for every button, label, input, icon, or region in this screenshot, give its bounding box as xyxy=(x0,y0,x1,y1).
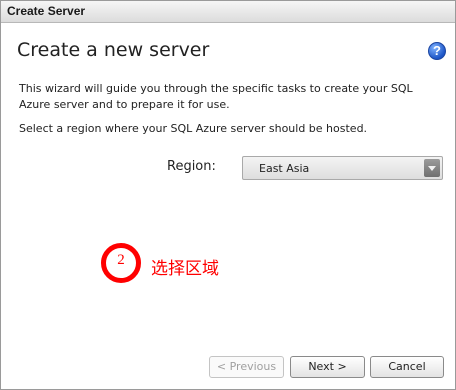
chevron-down-icon[interactable] xyxy=(424,159,440,177)
step-marker: 2 xyxy=(101,243,141,283)
previous-button[interactable]: < Previous xyxy=(209,356,284,378)
cancel-button[interactable]: Cancel xyxy=(370,356,444,378)
help-icon[interactable]: ? xyxy=(428,42,446,60)
annotation-text: 选择区域 xyxy=(151,259,219,279)
create-server-dialog: Create Server Create a new server ? This… xyxy=(0,0,456,390)
window-title: Create Server xyxy=(7,4,86,18)
wizard-description: This wizard will guide you through the s… xyxy=(19,82,413,111)
region-selected-value: East Asia xyxy=(259,162,310,175)
region-label: Region: xyxy=(167,159,216,174)
title-bar[interactable]: Create Server xyxy=(1,1,455,23)
next-button[interactable]: Next > xyxy=(290,356,365,378)
step-number: 2 xyxy=(117,252,125,268)
page-title: Create a new server xyxy=(17,39,210,61)
region-prompt: Select a region where your SQL Azure ser… xyxy=(19,122,368,135)
region-select[interactable]: East Asia xyxy=(242,156,443,180)
